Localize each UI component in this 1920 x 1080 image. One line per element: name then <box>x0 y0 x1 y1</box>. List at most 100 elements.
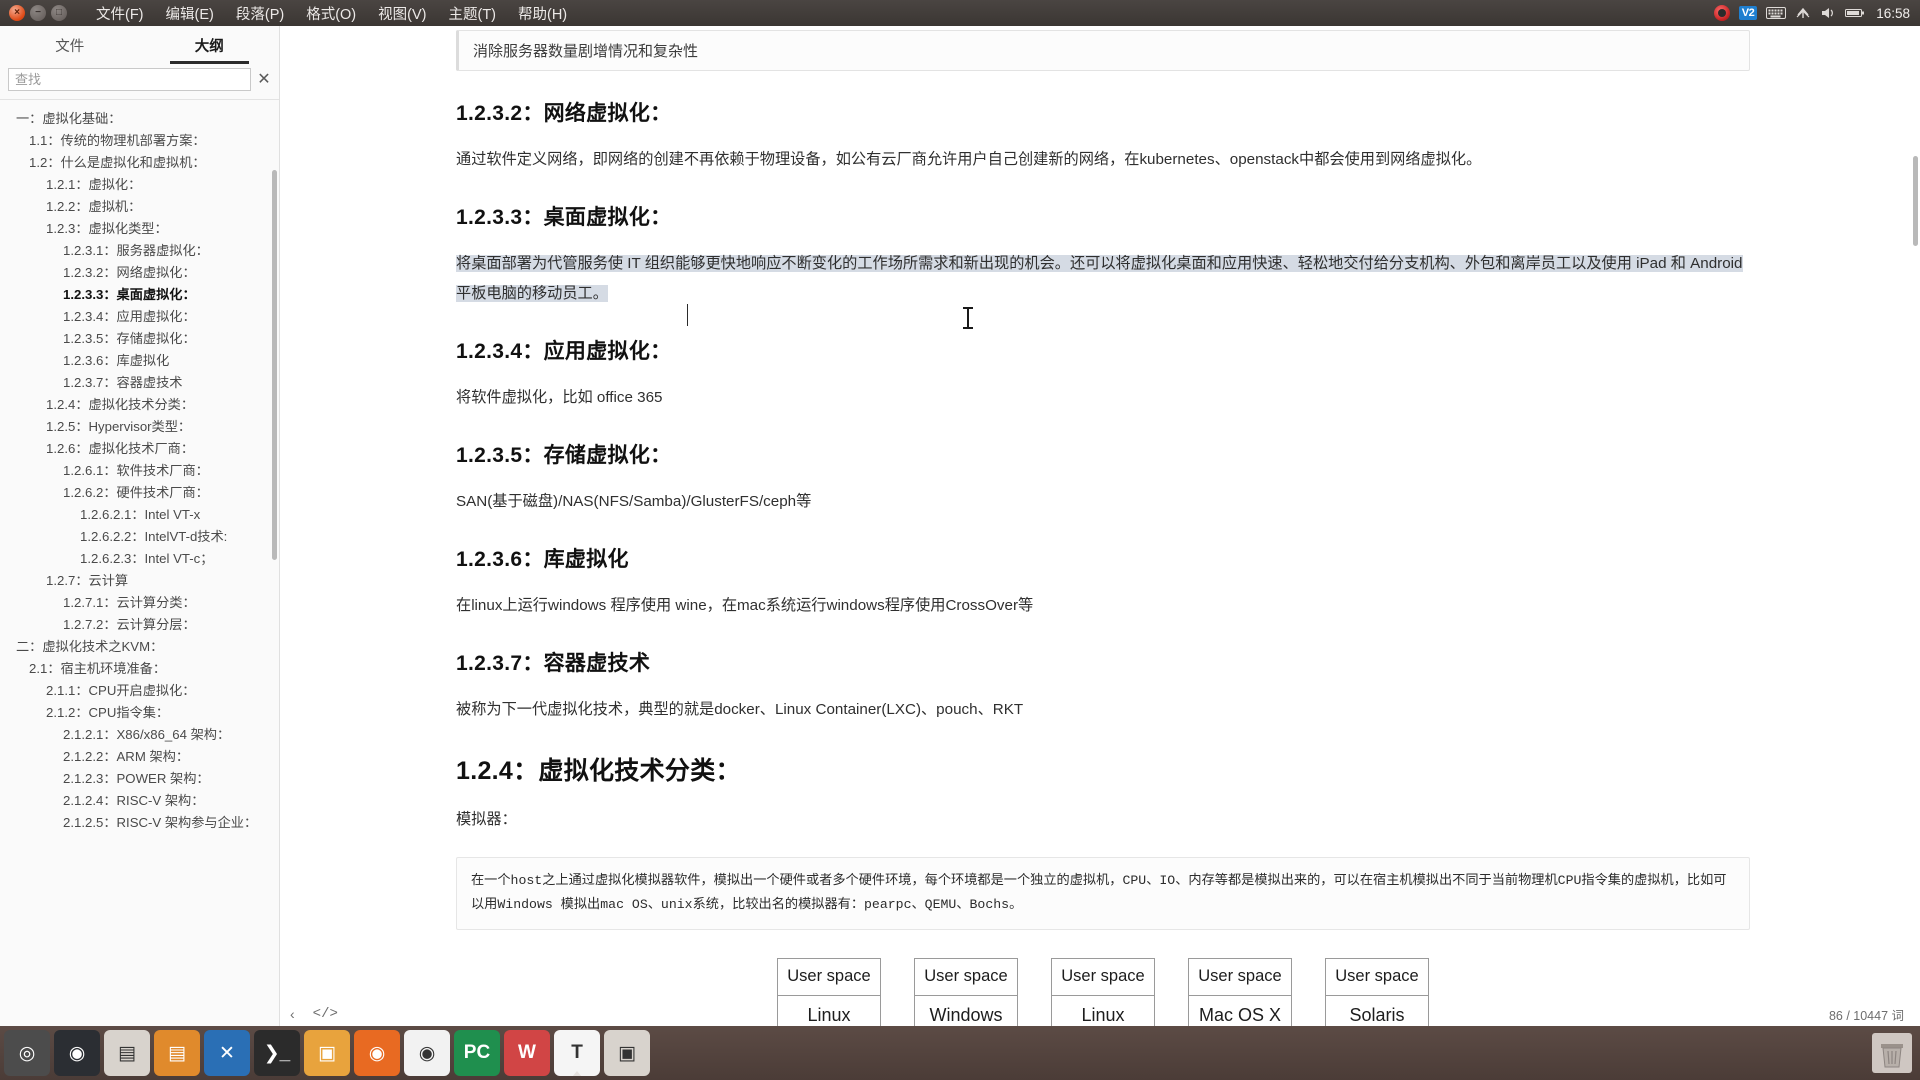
outline-item[interactable]: 1.2.6.2.2：IntelVT-d技术: <box>0 526 279 548</box>
battery-icon[interactable] <box>1845 0 1865 26</box>
launcher-vs-code[interactable]: ✕ <box>204 1030 250 1076</box>
menu-help[interactable]: 帮助(H) <box>507 0 578 27</box>
trash-icon[interactable] <box>1872 1033 1912 1073</box>
tab-files[interactable]: 文件 <box>0 26 140 64</box>
user-space-box: User space <box>914 958 1018 996</box>
outline-item[interactable]: 1.2：什么是虚拟化和虚拟机： <box>0 152 279 174</box>
window-maximize-button[interactable]: □ <box>51 5 67 21</box>
running-indicator <box>572 1071 582 1076</box>
outline-sidebar: 文件 大纲 ✕ 一：虚拟化基础：1.1：传统的物理机部署方案：1.2：什么是虚拟… <box>0 26 280 1080</box>
menu-format[interactable]: 格式(O) <box>295 0 367 27</box>
menu-file[interactable]: 文件(F) <box>85 0 155 27</box>
outline-item[interactable]: 1.1：传统的物理机部署方案： <box>0 130 279 152</box>
ubuntu-dash-icon: ◎ <box>18 1042 36 1064</box>
user-space-box: User space <box>1325 958 1429 996</box>
launcher-firefox[interactable]: ◉ <box>354 1030 400 1076</box>
editor-statusbar: ‹ </> 86 / 10447 词 <box>280 1002 1920 1026</box>
launcher-remmina[interactable]: ▣ <box>304 1030 350 1076</box>
outline-item[interactable]: 2.1：宿主机环境准备： <box>0 658 279 680</box>
outline-item[interactable]: 1.2.6.2.3：Intel VT-c； <box>0 548 279 570</box>
outline-item[interactable]: 1.2.7.2：云计算分层： <box>0 614 279 636</box>
launcher-wps-writer[interactable]: W <box>504 1030 550 1076</box>
clock[interactable]: 16:58 <box>1876 6 1910 21</box>
heading-1-2-3-3: 1.2.3.3：桌面虚拟化： <box>456 206 672 229</box>
outline-item[interactable]: 2.1.2.3：POWER 架构： <box>0 768 279 790</box>
network-icon[interactable] <box>1795 0 1811 26</box>
user-space-box: User space <box>1051 958 1155 996</box>
outline-item[interactable]: 2.1.2.1：X86/x86_64 架构： <box>0 724 279 746</box>
archive-manager-icon: ▣ <box>618 1042 636 1064</box>
outline-item[interactable]: 1.2.3：虚拟化类型： <box>0 218 279 240</box>
firefox-icon: ◉ <box>368 1042 386 1064</box>
menu-edit[interactable]: 编辑(E) <box>155 0 225 27</box>
outline-item[interactable]: 二：虚拟化技术之KVM： <box>0 636 279 658</box>
outline-item[interactable]: 1.2.7.1：云计算分类： <box>0 592 279 614</box>
launcher-archive-manager[interactable]: ▣ <box>604 1030 650 1076</box>
outline-item[interactable]: 1.2.1：虚拟化： <box>0 174 279 196</box>
heading-1-2-3-5: 1.2.3.5：存储虚拟化： <box>456 444 672 467</box>
outline-item[interactable]: 2.1.2.4：RISC-V 架构： <box>0 790 279 812</box>
heading-1-2-3-7: 1.2.3.7：容器虚技术 <box>456 652 651 675</box>
heading-1-2-4: 1.2.4：虚拟化技术分类： <box>456 757 741 785</box>
menu-paragraph[interactable]: 段落(P) <box>225 0 295 27</box>
heading-1-2-3-4: 1.2.3.4：应用虚拟化： <box>456 340 672 363</box>
document-editor[interactable]: 消除服务器数量剧增情况和复杂性 1.2.3.2：网络虚拟化： 通过软件定义网络，… <box>280 26 1920 1080</box>
outline-item[interactable]: 1.2.7：云计算 <box>0 570 279 592</box>
window-controls: × − □ <box>0 5 75 21</box>
vs-code-icon: ✕ <box>219 1042 235 1064</box>
outline-item[interactable]: 2.1.2.5：RISC-V 架构参与企业： <box>0 812 279 834</box>
search-input[interactable] <box>8 68 251 91</box>
code-view-icon[interactable]: </> <box>313 1006 338 1022</box>
outline-item[interactable]: 1.2.3.2：网络虚拟化： <box>0 262 279 284</box>
sidebar-scrollbar[interactable] <box>272 170 277 560</box>
outline-tree[interactable]: 一：虚拟化基础： 1.1：传统的物理机部署方案： 1.2：什么是虚拟化和虚拟机： 1.… <box>0 100 279 1080</box>
outline-item[interactable]: 1.2.3.6：库虚拟化 <box>0 350 279 372</box>
outline-item[interactable]: 1.2.6：虚拟化技术厂商： <box>0 438 279 460</box>
launcher-ubuntu-dash[interactable]: ◎ <box>4 1030 50 1076</box>
keyboard-icon[interactable] <box>1766 0 1787 26</box>
blockquote-top: 消除服务器数量剧增情况和复杂性 <box>456 30 1750 71</box>
outline-item[interactable]: 1.2.3.4：应用虚拟化： <box>0 306 279 328</box>
launcher-right-group <box>1872 1033 1920 1073</box>
window-close-button[interactable]: × <box>9 5 25 21</box>
outline-item[interactable]: 1.2.3.3：桌面虚拟化： <box>0 284 279 306</box>
menu-theme[interactable]: 主题(T) <box>437 0 507 27</box>
launcher-files-nautilus[interactable]: ▤ <box>104 1030 150 1076</box>
outline-item[interactable]: 1.2.3.5：存储虚拟化： <box>0 328 279 350</box>
word-count: 86 / 10447 词 <box>1828 1008 1904 1023</box>
outline-item[interactable]: 1.2.6.2.1：Intel VT-x <box>0 504 279 526</box>
tab-outline[interactable]: 大纲 <box>140 26 280 64</box>
launcher-obs-studio[interactable]: ◉ <box>54 1030 100 1076</box>
outline-item[interactable]: 1.2.4：虚拟化技术分类： <box>0 394 279 416</box>
window-minimize-button[interactable]: − <box>30 5 46 21</box>
volume-icon[interactable] <box>1820 0 1836 26</box>
outline-item[interactable]: 1.2.6.1：软件技术厂商： <box>0 460 279 482</box>
outline-item[interactable]: 1.2.2：虚拟机： <box>0 196 279 218</box>
paragraph-1-2-3-2: 通过软件定义网络，即网络的创建不再依赖于物理设备，如公有云厂商允许用户自己创建新… <box>456 151 1482 168</box>
menubar: 文件(F) 编辑(E) 段落(P) 格式(O) 视图(V) 主题(T) 帮助(H… <box>85 0 578 27</box>
close-icon[interactable]: ✕ <box>255 71 273 89</box>
outline-item[interactable]: 2.1.2：CPU指令集： <box>0 702 279 724</box>
window-titlebar: × − □ 文件(F) 编辑(E) 段落(P) 格式(O) 视图(V) 主题(T… <box>0 0 1920 26</box>
launcher-pycharm[interactable]: PC <box>454 1030 500 1076</box>
outline-item[interactable]: 2.1.2.2：ARM 架构： <box>0 746 279 768</box>
selected-text: 将桌面部署为代管服务使 IT 组织能够更快地响应不断变化的工作场所需求和新出现的… <box>456 255 1743 302</box>
outline-item[interactable]: 1.2.5：Hypervisor类型： <box>0 416 279 438</box>
system-tray: V2 16:58 <box>1713 0 1920 26</box>
outline-item[interactable]: 1.2.6.2：硬件技术厂商： <box>0 482 279 504</box>
outline-item[interactable]: 2.1.1：CPU开启虚拟化： <box>0 680 279 702</box>
outline-item[interactable]: 一：虚拟化基础： <box>0 108 279 130</box>
launcher-file-manager[interactable]: ▤ <box>154 1030 200 1076</box>
obs-record-icon[interactable] <box>1713 0 1730 26</box>
launcher-terminal[interactable]: ❯_ <box>254 1030 300 1076</box>
launcher-google-chrome[interactable]: ◉ <box>404 1030 450 1076</box>
chevron-left-icon[interactable]: ‹ <box>290 1006 295 1022</box>
outline-item[interactable]: 1.2.3.1：服务器虚拟化： <box>0 240 279 262</box>
menu-view[interactable]: 视图(V) <box>367 0 437 27</box>
paragraph-1-2-3-6: 在linux上运行windows 程序使用 wine，在mac系统运行windo… <box>456 597 1034 614</box>
launcher-typora[interactable]: T <box>554 1030 600 1076</box>
vpn-icon[interactable]: V2 <box>1738 0 1758 26</box>
typora-icon: T <box>571 1042 583 1063</box>
outline-item[interactable]: 1.2.3.7：容器虚技术 <box>0 372 279 394</box>
paragraph-1-2-3-5: SAN(基于磁盘)/NAS(NFS/Samba)/GlusterFS/ceph等 <box>456 493 812 510</box>
